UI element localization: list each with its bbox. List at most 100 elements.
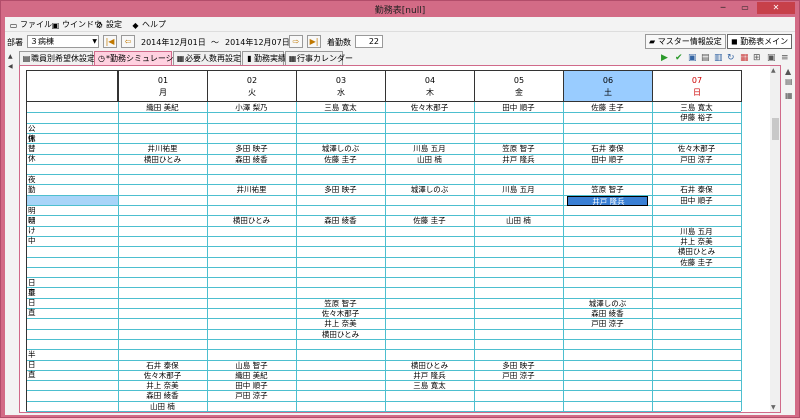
refresh-icon[interactable]: ↻ bbox=[727, 53, 735, 63]
staff-cell[interactable]: 田中 順子 bbox=[478, 103, 559, 113]
staff-cell[interactable]: 城澤しのぶ bbox=[300, 144, 381, 154]
day-header[interactable]: 02 火 bbox=[207, 70, 297, 102]
check-icon[interactable]: ✔ bbox=[675, 53, 683, 63]
staff-cell[interactable]: 笠原 智子 bbox=[567, 185, 648, 195]
settings-icon[interactable]: ▣ bbox=[767, 53, 776, 63]
prev-week-button[interactable]: ⇦ bbox=[121, 35, 135, 48]
staff-cell[interactable]: 井戸 隆兵 bbox=[478, 155, 559, 165]
duty-count-input[interactable]: 22 bbox=[355, 35, 383, 48]
staff-cell[interactable]: 佐藤 圭子 bbox=[567, 103, 648, 113]
staff-cell[interactable]: 城澤しのぶ bbox=[389, 185, 470, 195]
zoom-icon[interactable]: ⊞ bbox=[753, 53, 761, 63]
scrollbar-thumb[interactable] bbox=[772, 118, 779, 140]
staff-cell[interactable]: 城澤しのぶ bbox=[567, 299, 648, 309]
staff-cell[interactable]: 多田 映子 bbox=[478, 361, 559, 371]
scroll-down-icon[interactable]: ▼ bbox=[771, 404, 776, 411]
day-header[interactable]: 03 水 bbox=[296, 70, 386, 102]
panel-list-icon[interactable]: ▤ bbox=[785, 77, 793, 86]
menu-help[interactable]: ◆ ヘルプ bbox=[131, 19, 166, 30]
staff-cell[interactable]: 三島 寛太 bbox=[389, 381, 470, 391]
staff-cell[interactable]: 伊藤 裕子 bbox=[656, 113, 737, 123]
title-bar[interactable]: 勤務表[null] ─ ▭ ✕ bbox=[1, 1, 799, 17]
minimize-button[interactable]: ─ bbox=[713, 2, 733, 14]
staff-cell[interactable]: 佐々木那子 bbox=[389, 103, 470, 113]
staff-cell[interactable]: 山田 楠 bbox=[389, 155, 470, 165]
maximize-button[interactable]: ▭ bbox=[735, 2, 755, 14]
staff-cell[interactable]: 横田ひとみ bbox=[389, 361, 470, 371]
day-header[interactable]: 07 日 bbox=[652, 70, 742, 102]
day-header[interactable]: 05 金 bbox=[474, 70, 564, 102]
panel-calc-icon[interactable]: ▦ bbox=[785, 91, 793, 100]
staff-cell[interactable]: 横田ひとみ bbox=[211, 216, 292, 226]
menu-file[interactable]: ▭ ファイル bbox=[9, 19, 52, 30]
staff-cell[interactable]: 森田 綾香 bbox=[567, 309, 648, 319]
staff-cell[interactable]: 三島 寛太 bbox=[656, 103, 737, 113]
collapse-up-icon[interactable]: ▲ bbox=[8, 53, 13, 60]
staff-cell[interactable]: 多田 映子 bbox=[211, 144, 292, 154]
staff-cell[interactable]: 川島 五月 bbox=[656, 227, 737, 237]
staff-cell[interactable]: 横田ひとみ bbox=[300, 330, 381, 340]
staff-cell[interactable]: 田中 順子 bbox=[656, 196, 737, 206]
staff-cell[interactable]: 井川祐里 bbox=[122, 144, 203, 154]
staff-cell[interactable]: 田中 順子 bbox=[211, 381, 292, 391]
scroll-up-icon[interactable]: ▲ bbox=[771, 67, 776, 74]
day-header[interactable]: 04 木 bbox=[385, 70, 475, 102]
staff-cell[interactable]: 井戸 隆兵 bbox=[389, 371, 470, 381]
staff-cell[interactable]: 多田 映子 bbox=[300, 185, 381, 195]
staff-cell[interactable]: 横田ひとみ bbox=[122, 155, 203, 165]
staff-cell[interactable]: 佐藤 圭子 bbox=[656, 258, 737, 268]
day-header[interactable]: 01 月 bbox=[118, 70, 208, 102]
vertical-scrollbar[interactable]: ▲ ▼ bbox=[770, 66, 780, 412]
staff-cell[interactable]: 佐々木那子 bbox=[300, 309, 381, 319]
print-icon[interactable]: ▤ bbox=[701, 53, 710, 63]
last-week-button[interactable]: ▶| bbox=[307, 35, 321, 48]
staff-cell[interactable]: 横田ひとみ bbox=[656, 247, 737, 257]
panel-up-icon[interactable]: ▲ bbox=[785, 67, 791, 76]
staff-cell[interactable]: 戸田 涼子 bbox=[478, 371, 559, 381]
tab-simulation[interactable]: ◷*勤務シミュレーション bbox=[94, 51, 190, 65]
schedule-main-button[interactable]: ◼ 勤務表メイン bbox=[727, 34, 793, 49]
tab-work-results[interactable]: ▮ 勤務実績 bbox=[242, 51, 286, 65]
staff-cell[interactable]: 佐藤 圭子 bbox=[389, 216, 470, 226]
dept-select[interactable]: ３病棟 ▼ bbox=[27, 35, 99, 48]
staff-cell[interactable]: 石井 泰保 bbox=[567, 144, 648, 154]
staff-cell[interactable]: 笠原 智子 bbox=[478, 144, 559, 154]
staff-cell[interactable]: 井上 奈美 bbox=[122, 381, 203, 391]
day-header[interactable]: 06 土 bbox=[563, 70, 653, 102]
close-button[interactable]: ✕ bbox=[757, 2, 795, 14]
next-week-button[interactable]: ⇨ bbox=[289, 35, 303, 48]
staff-cell[interactable]: 佐々木那子 bbox=[122, 371, 203, 381]
export-icon[interactable]: ▥ bbox=[714, 53, 723, 63]
staff-cell[interactable]: 織田 美紀 bbox=[122, 103, 203, 113]
staff-cell[interactable]: 戸田 涼子 bbox=[211, 391, 292, 401]
play-icon[interactable]: ▶ bbox=[661, 53, 668, 63]
staff-cell[interactable]: 川島 五月 bbox=[478, 185, 559, 195]
staff-cell[interactable]: 小澤 梨乃 bbox=[211, 103, 292, 113]
staff-cell[interactable]: 戸田 涼子 bbox=[567, 319, 648, 329]
tab-staff-count[interactable]: ▦必要人数再設定 bbox=[173, 51, 241, 65]
delete-icon[interactable]: ▦ bbox=[740, 53, 749, 63]
staff-cell[interactable]: 山島 智子 bbox=[211, 361, 292, 371]
staff-cell[interactable]: 戸田 涼子 bbox=[656, 155, 737, 165]
menu-settings[interactable]: ⚙ 設定 bbox=[95, 19, 122, 30]
staff-cell[interactable]: 田中 順子 bbox=[567, 155, 648, 165]
staff-cell[interactable]: 佐々木那子 bbox=[656, 144, 737, 154]
selected-staff-cell[interactable]: 井戸 隆兵 bbox=[567, 195, 648, 206]
staff-cell[interactable]: 井川祐里 bbox=[211, 185, 292, 195]
save-icon[interactable]: ▣ bbox=[688, 53, 697, 63]
staff-cell[interactable]: 佐藤 圭子 bbox=[300, 155, 381, 165]
tab-staff-preferences[interactable]: ▤職員別希望休設定 bbox=[19, 51, 95, 65]
staff-cell[interactable]: 井上 奈美 bbox=[300, 319, 381, 329]
master-settings-button[interactable]: ▰ マスター情報設定 bbox=[645, 34, 726, 49]
staff-cell[interactable]: 三島 寛太 bbox=[300, 103, 381, 113]
first-week-button[interactable]: |◀ bbox=[103, 35, 117, 48]
staff-cell[interactable]: 山田 楠 bbox=[478, 216, 559, 226]
staff-cell[interactable]: 川島 五月 bbox=[389, 144, 470, 154]
collapse-left-icon[interactable]: ◀ bbox=[8, 63, 13, 70]
staff-cell[interactable]: 森田 綾香 bbox=[122, 391, 203, 401]
staff-cell[interactable]: 森田 綾香 bbox=[211, 155, 292, 165]
tab-event-calendar[interactable]: ▦行事カレンダー bbox=[285, 51, 353, 65]
list-icon[interactable]: ≡ bbox=[781, 53, 789, 63]
staff-cell[interactable]: 笠原 智子 bbox=[300, 299, 381, 309]
staff-cell[interactable]: 井上 奈美 bbox=[656, 237, 737, 247]
